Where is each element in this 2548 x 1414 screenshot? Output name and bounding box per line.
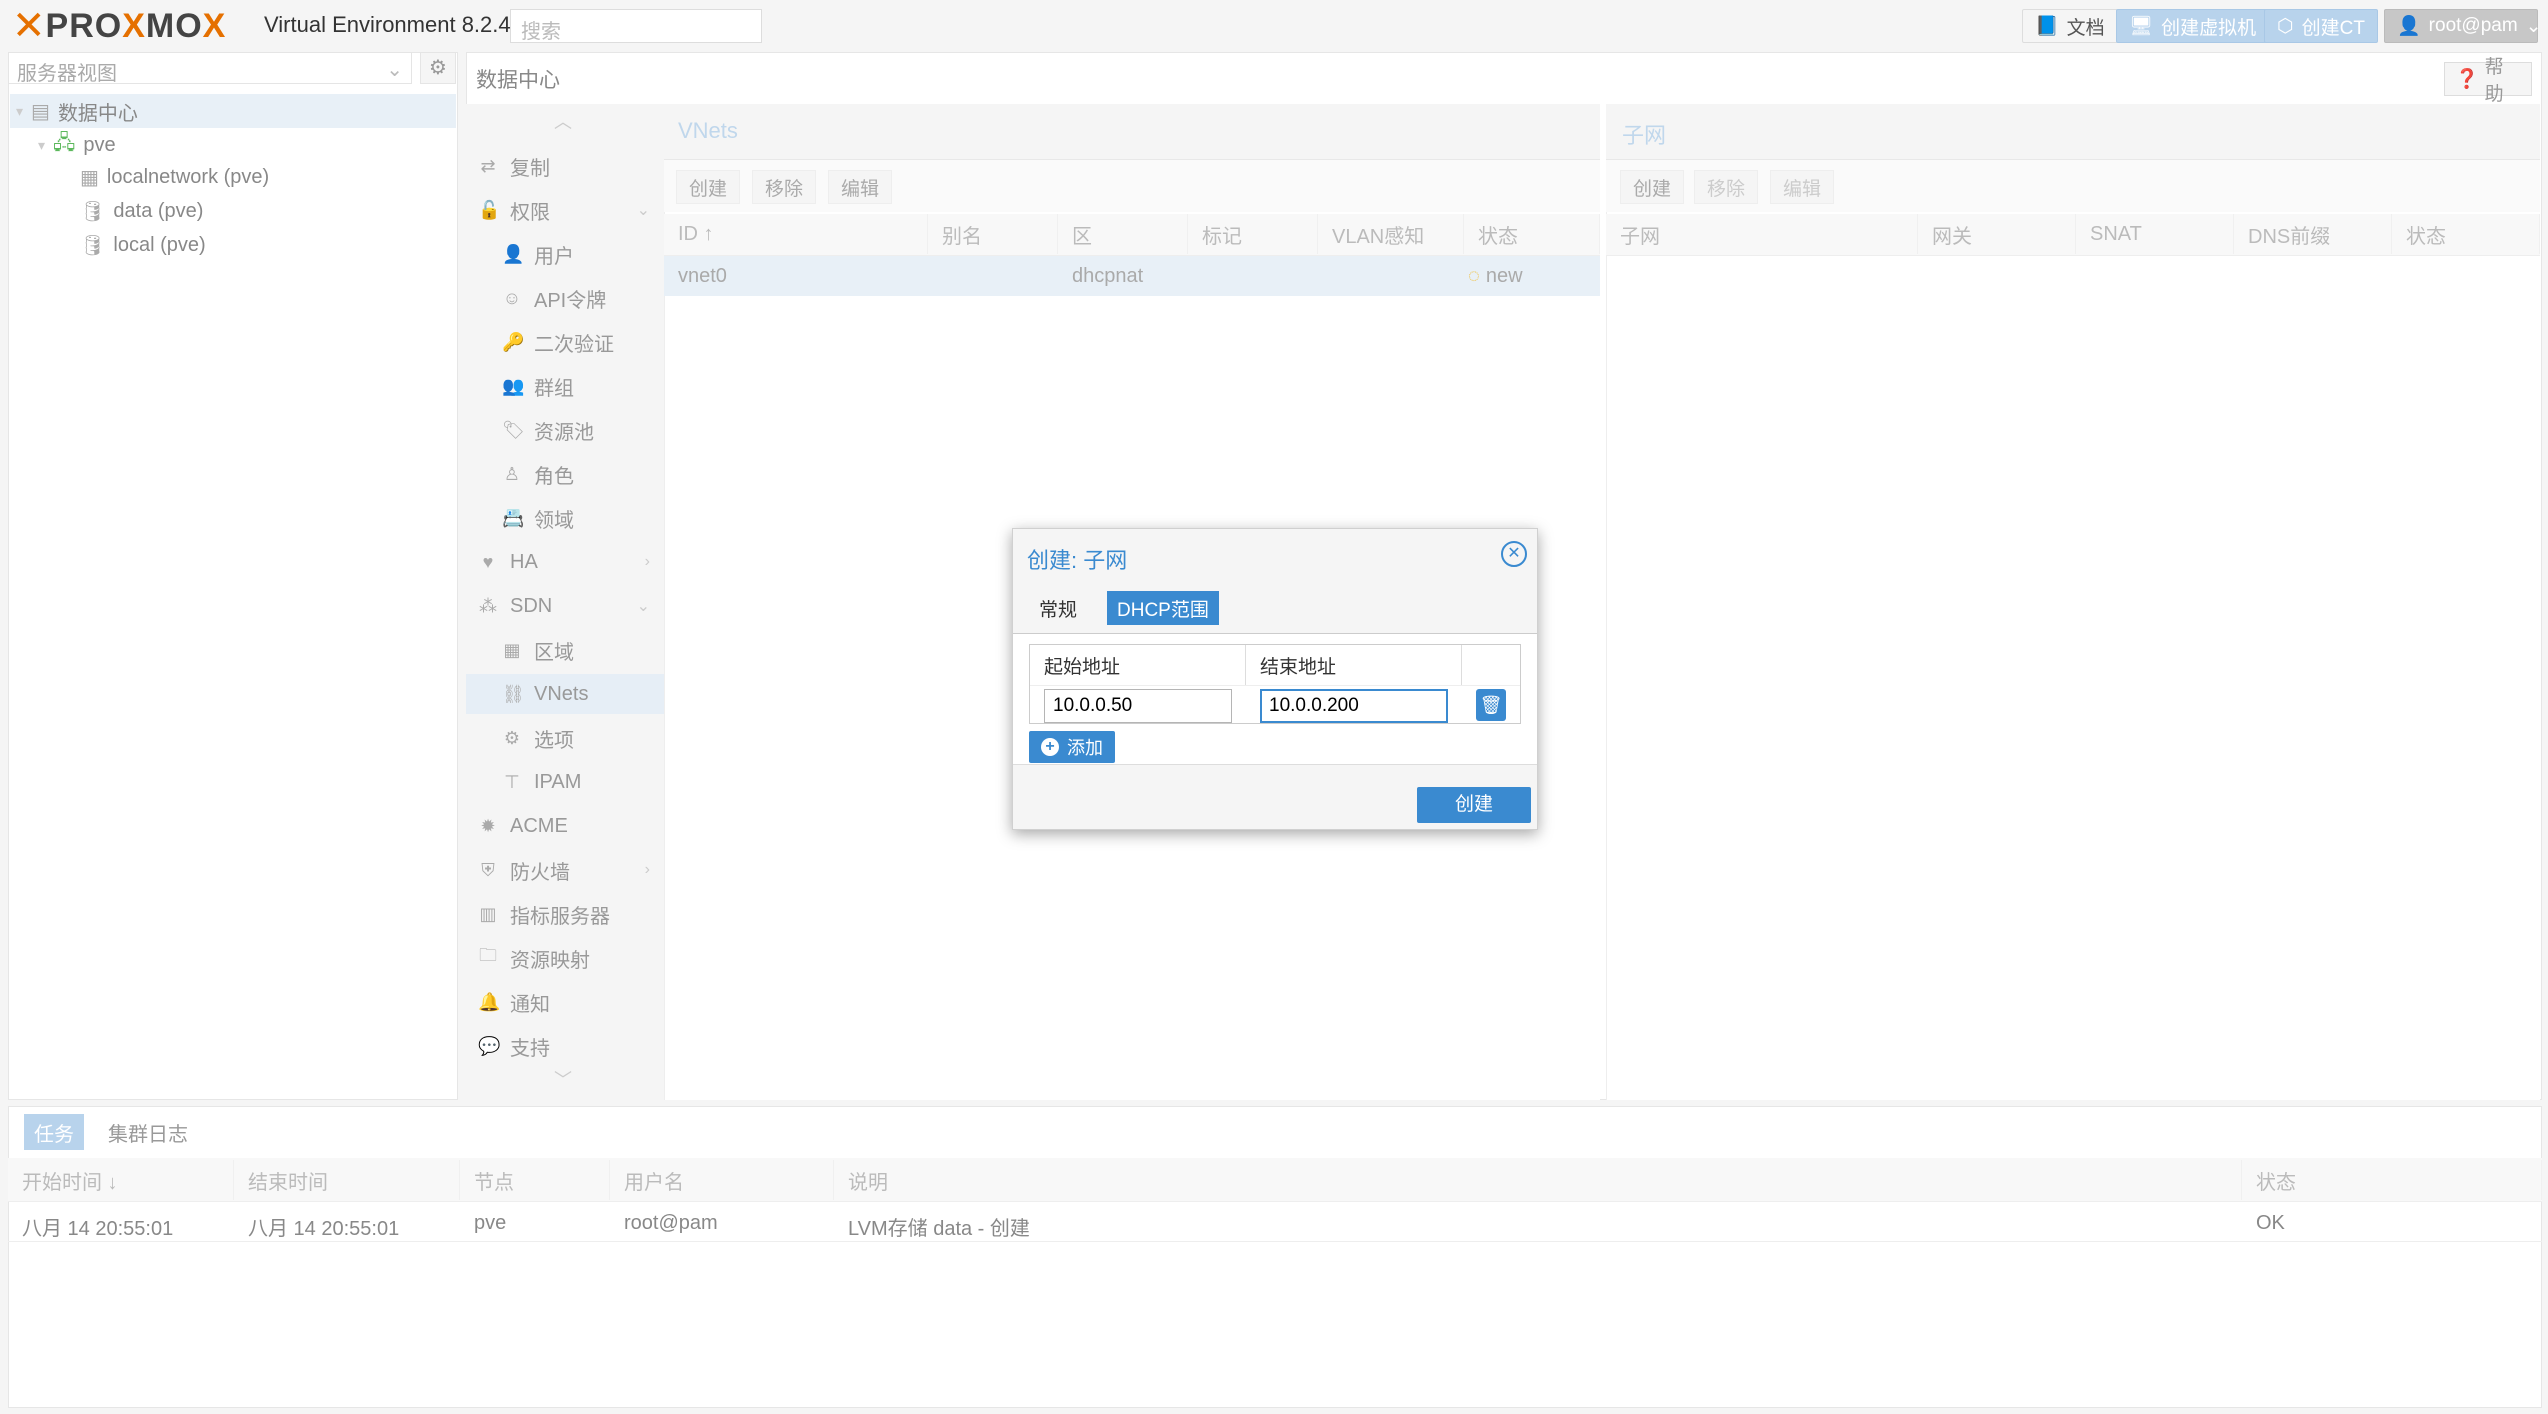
delete-range-button[interactable]: 🗑 (1476, 689, 1506, 721)
start-address-header: 起始地址 (1030, 645, 1246, 685)
create-button[interactable]: 创建 (1417, 787, 1531, 823)
tab-dhcp-ranges[interactable]: DHCP范围 (1107, 591, 1219, 625)
create-subnet-dialog: 创建: 子网 ✕ 常规 DHCP范围 起始地址 结束地址 🗑 + 添加 创建 (1012, 528, 1538, 830)
dhcp-range-grid: 起始地址 结束地址 🗑 (1029, 644, 1521, 724)
tab-general[interactable]: 常规 (1029, 591, 1087, 625)
trash-icon: 🗑 (1479, 695, 1503, 715)
close-icon[interactable]: ✕ (1501, 541, 1527, 567)
plus-circle-icon: + (1041, 738, 1059, 756)
add-range-button[interactable]: + 添加 (1029, 731, 1115, 763)
dialog-title: 创建: 子网 (1027, 548, 1128, 573)
start-address-input[interactable] (1044, 689, 1232, 723)
end-address-input[interactable] (1260, 689, 1448, 723)
end-address-header: 结束地址 (1246, 645, 1462, 685)
